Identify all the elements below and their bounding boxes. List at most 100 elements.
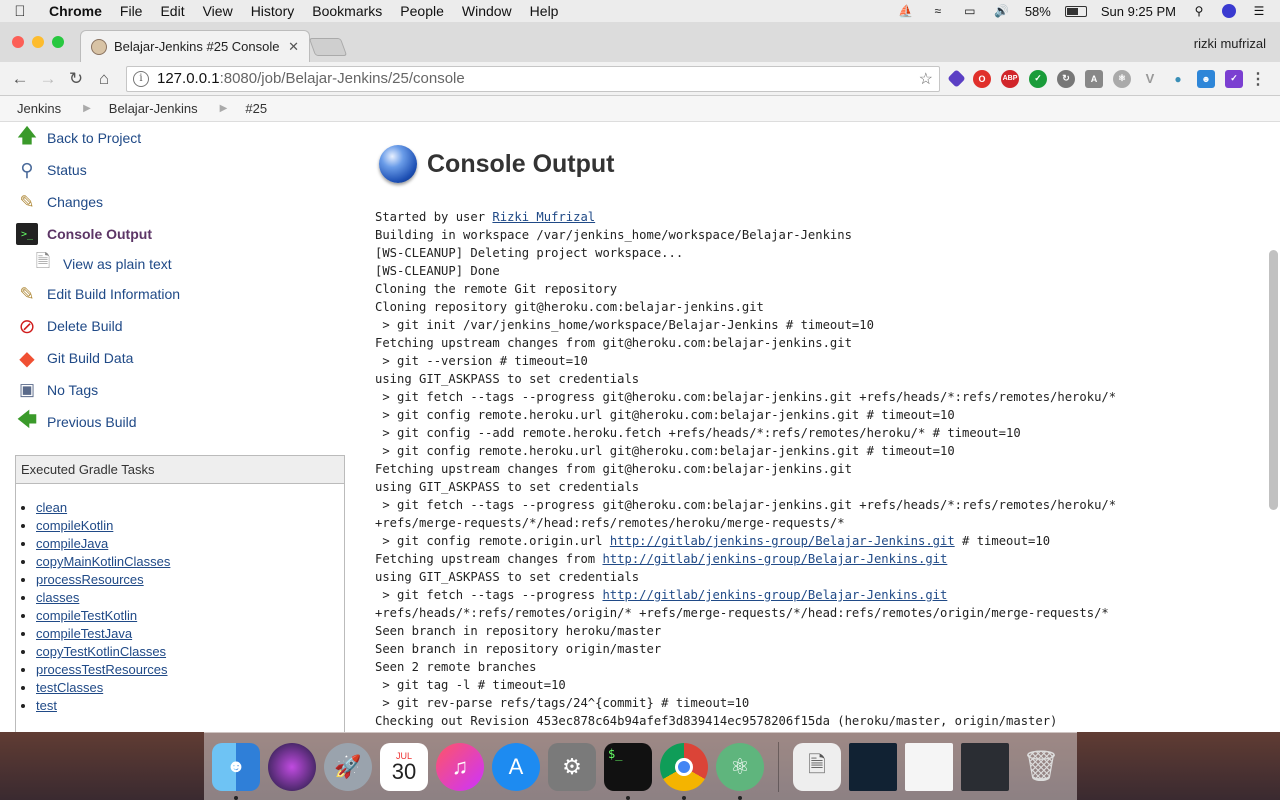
terminal-icon[interactable]: $_ xyxy=(604,742,652,800)
gradle-task-link[interactable]: compileTestKotlin xyxy=(36,608,137,623)
zoom-window-button[interactable] xyxy=(52,36,64,48)
task-label[interactable]: Status xyxy=(47,162,87,178)
site-info-icon[interactable]: i xyxy=(133,70,149,87)
task-no-tags[interactable]: ▣ No Tags xyxy=(16,374,346,406)
task-label[interactable]: Previous Build xyxy=(47,414,137,430)
back-arrow-icon[interactable]: ← xyxy=(6,65,34,93)
gradle-task-link[interactable]: classes xyxy=(36,590,79,605)
menu-view[interactable]: View xyxy=(194,3,242,19)
clock[interactable]: Sun 9:25 PM xyxy=(1101,4,1176,19)
breadcrumb-separator-icon[interactable]: ▶ xyxy=(83,103,91,114)
adblock-plus-icon[interactable]: ABP xyxy=(1001,69,1019,88)
close-window-button[interactable] xyxy=(12,36,24,48)
forward-arrow-icon[interactable]: → xyxy=(34,65,62,93)
gradle-task-link[interactable]: compileTestJava xyxy=(36,626,132,641)
menu-file[interactable]: File xyxy=(111,3,152,19)
react-extension-icon[interactable]: ⚛ xyxy=(1113,69,1131,88)
chrome-icon[interactable] xyxy=(660,742,708,800)
battery-icon[interactable] xyxy=(1064,5,1087,17)
breadcrumb-jenkins[interactable]: Jenkins xyxy=(17,101,61,116)
spotlight-search-icon[interactable]: ⚲ xyxy=(1190,4,1208,18)
angular-extension-icon[interactable]: A xyxy=(1085,69,1103,88)
apple-icon[interactable]:  xyxy=(0,3,40,20)
menu-help[interactable]: Help xyxy=(521,3,568,19)
task-console-output[interactable]: >_ Console Output xyxy=(16,218,346,250)
volume-icon[interactable]: 🔊 xyxy=(993,4,1011,18)
dot-extension-icon[interactable]: ● xyxy=(1169,70,1187,88)
task-delete-build[interactable]: ⊘ Delete Build xyxy=(16,310,346,342)
bookmark-star-icon[interactable]: ☆ xyxy=(919,69,933,89)
gradle-task-link[interactable]: compileKotlin xyxy=(36,518,113,533)
trash-icon[interactable]: 🗑 xyxy=(1017,743,1065,791)
vue-extension-icon[interactable]: V xyxy=(1141,70,1159,88)
menu-kebab-icon[interactable]: ⋮ xyxy=(1250,70,1266,88)
task-changes[interactable]: ✎ Changes xyxy=(16,186,346,218)
task-label[interactable]: Git Build Data xyxy=(47,350,133,366)
profile-name[interactable]: rizki mufrizal xyxy=(1194,36,1266,51)
task-back-to-project[interactable]: 🡅 Back to Project xyxy=(16,122,346,154)
gradle-task-link[interactable]: test xyxy=(36,698,57,713)
downloads-stack-icon[interactable]: 🗎 xyxy=(793,742,841,791)
opera-extension-icon[interactable]: O xyxy=(973,69,991,88)
battery-percent[interactable]: 58% xyxy=(1025,4,1051,19)
console-user-link[interactable]: Rizki Mufrizal xyxy=(492,210,595,224)
minimized-terminal-window-icon[interactable] xyxy=(849,742,897,791)
menu-app-name[interactable]: Chrome xyxy=(40,3,111,19)
task-label[interactable]: Console Output xyxy=(47,226,152,242)
stack-extension-icon[interactable] xyxy=(947,69,966,88)
finder-icon[interactable]: ☻ xyxy=(212,742,260,800)
close-tab-icon[interactable]: ✕ xyxy=(288,39,299,55)
page-scrollbar[interactable] xyxy=(1269,250,1278,510)
home-icon[interactable]: ⌂ xyxy=(90,65,118,93)
itunes-icon[interactable]: ♫ xyxy=(436,742,484,791)
menu-people[interactable]: People xyxy=(391,3,453,19)
minimized-chrome-window-icon[interactable] xyxy=(905,742,953,791)
siri-icon[interactable] xyxy=(1222,4,1236,18)
task-edit-build-info[interactable]: ✎ Edit Build Information xyxy=(16,278,346,310)
minimize-window-button[interactable] xyxy=(32,36,44,48)
task-label[interactable]: View as plain text xyxy=(63,256,172,272)
task-git-build-data[interactable]: ◆ Git Build Data xyxy=(16,342,346,374)
airplay-icon[interactable]: ▭ xyxy=(961,4,979,18)
gradle-task-link[interactable]: compileJava xyxy=(36,536,108,551)
task-status[interactable]: ⚲ Status xyxy=(16,154,346,186)
calendar-icon[interactable]: JUL 30 xyxy=(380,742,428,791)
siri-icon[interactable] xyxy=(268,742,316,791)
gradle-task-link[interactable]: processTestResources xyxy=(36,662,168,677)
address-bar[interactable]: i 127.0.0.1:8080/job/Belajar-Jenkins/25/… xyxy=(126,65,940,92)
menu-window[interactable]: Window xyxy=(453,3,521,19)
gradle-task-link[interactable]: copyMainKotlinClasses xyxy=(36,554,170,569)
pen-extension-icon[interactable]: ✓ xyxy=(1225,69,1243,88)
task-label[interactable]: Delete Build xyxy=(47,318,123,334)
console-gitlab-link[interactable]: http://gitlab/jenkins-group/Belajar-Jenk… xyxy=(602,552,947,566)
console-gitlab-link[interactable]: http://gitlab/jenkins-group/Belajar-Jenk… xyxy=(602,588,947,602)
console-gitlab-link[interactable]: http://gitlab/jenkins-group/Belajar-Jenk… xyxy=(610,534,955,548)
task-label[interactable]: Changes xyxy=(47,194,103,210)
gradle-task-link[interactable]: copyTestKotlinClasses xyxy=(36,644,166,659)
task-label[interactable]: No Tags xyxy=(47,382,98,398)
menu-bookmarks[interactable]: Bookmarks xyxy=(303,3,391,19)
minimized-atom-window-icon[interactable] xyxy=(961,742,1009,791)
breadcrumb-separator-icon[interactable]: ▶ xyxy=(220,103,228,114)
reload-icon[interactable]: ↻ xyxy=(62,65,90,93)
user-extension-icon[interactable]: ☻ xyxy=(1197,69,1215,88)
menu-edit[interactable]: Edit xyxy=(151,3,193,19)
task-label[interactable]: Edit Build Information xyxy=(47,286,180,302)
launchpad-icon[interactable]: 🚀 xyxy=(324,742,372,791)
gradle-task-link[interactable]: testClasses xyxy=(36,680,103,695)
task-previous-build[interactable]: 🡄 Previous Build xyxy=(16,406,346,438)
system-preferences-icon[interactable]: ⚙ xyxy=(548,742,596,791)
gradle-task-link[interactable]: clean xyxy=(36,500,67,515)
menu-history[interactable]: History xyxy=(242,3,304,19)
gradle-task-link[interactable]: processResources xyxy=(36,572,144,587)
docker-icon[interactable]: ⛵ xyxy=(897,4,915,18)
checkmark-extension-icon[interactable]: ✓ xyxy=(1029,69,1047,88)
task-label[interactable]: Back to Project xyxy=(47,130,141,146)
breadcrumb-build[interactable]: #25 xyxy=(245,101,267,116)
sync-extension-icon[interactable]: ↻ xyxy=(1057,69,1075,88)
task-view-plain-text[interactable]: 🗎 View as plain text xyxy=(16,250,346,278)
atom-icon[interactable]: ⚛ xyxy=(716,742,764,800)
wifi-icon[interactable]: ≈ xyxy=(929,4,947,18)
app-store-icon[interactable]: A xyxy=(492,742,540,791)
notification-center-icon[interactable]: ☰ xyxy=(1250,4,1268,18)
